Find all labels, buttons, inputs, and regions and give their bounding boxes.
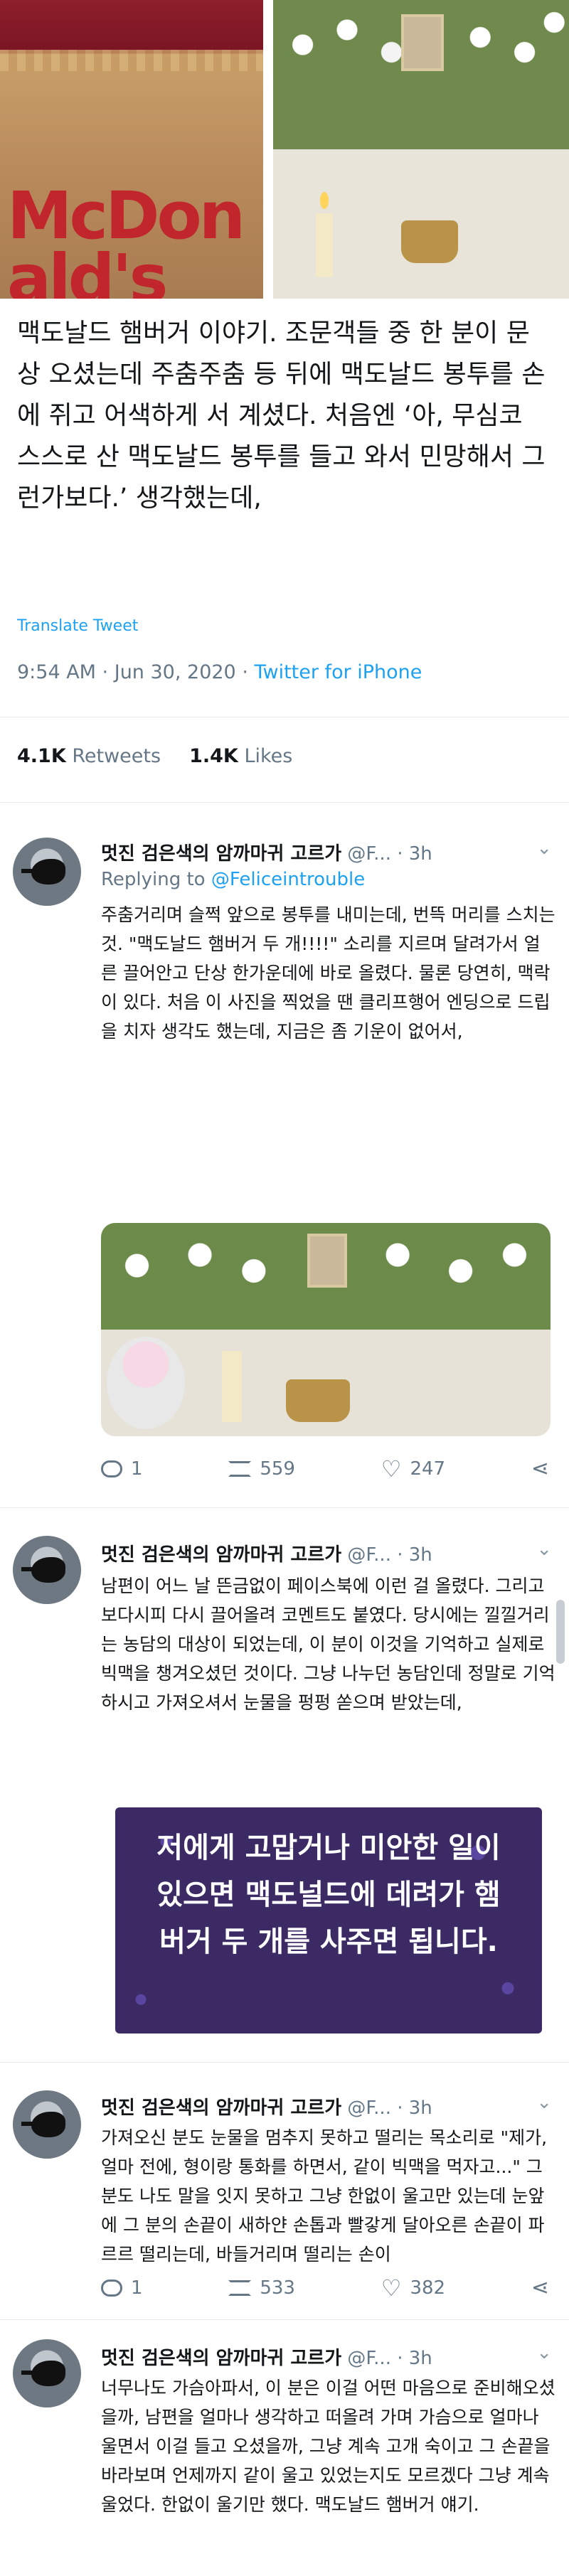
memorial-portrait: [307, 1234, 347, 1288]
retweet-button[interactable]: 533: [228, 2277, 295, 2299]
reply-header: 멋진 검은색의 암까마귀 고르가 @F... · 3h: [101, 2093, 432, 2120]
flower-vase: [107, 1337, 185, 1429]
chevron-down-icon[interactable]: ⌄: [536, 2342, 552, 2363]
avatar[interactable]: [13, 838, 81, 906]
tweet-photos[interactable]: McDon ald's: [0, 0, 569, 299]
translate-tweet-link[interactable]: Translate Tweet: [17, 617, 138, 635]
memorial-portrait: [401, 14, 444, 71]
main-tweet-text: 맥도날드 햄버거 이야기. 조문객들 중 한 분이 문상 오셨는데 주춤주춤 등…: [17, 319, 546, 513]
reply-actions: 1 533 ♡ 382 ⋖: [101, 2277, 549, 2299]
mcdonalds-bag-photo[interactable]: McDon ald's: [0, 0, 263, 299]
incense-burner: [286, 1379, 350, 1422]
author-name[interactable]: 멋진 검은색의 암까마귀 고르가: [101, 2348, 341, 2369]
replying-to-handle[interactable]: @Feliceintrouble: [211, 869, 365, 890]
reply-text: 가져오신 분도 눈물을 멈추지 못하고 떨리는 목소리로 "제가, 얼마 전에,…: [101, 2127, 548, 2265]
reply-age: · 3h: [397, 843, 432, 865]
reply-age: · 3h: [397, 2097, 432, 2119]
retweet-icon: [228, 1461, 252, 1477]
incense-burner: [401, 220, 458, 263]
divider: [0, 1507, 569, 1508]
scrollbar[interactable]: [556, 1600, 565, 1664]
card-message: 저에게 고맙거나 미안한 일이 있으면 맥도널드에 데려가 햄버거 두 개를 사…: [156, 1832, 501, 1958]
reply-count: 1: [131, 2277, 143, 2299]
divider: [0, 2062, 569, 2063]
quoted-image-card[interactable]: 저에게 고맙거나 미안한 일이 있으면 맥도널드에 데려가 햄버거 두 개를 사…: [115, 1807, 542, 2033]
bag-logo-text: McDon ald's: [7, 178, 245, 299]
retweet-count: 533: [260, 2277, 295, 2299]
author-handle[interactable]: @F...: [347, 843, 391, 865]
heart-icon: ♡: [381, 2275, 402, 2302]
share-icon: ⋖: [531, 1456, 549, 1481]
reply-icon: [101, 2280, 122, 2297]
chevron-down-icon[interactable]: ⌄: [536, 1539, 552, 1560]
retweets-label[interactable]: Retweets: [72, 745, 161, 767]
retweet-button[interactable]: 559: [228, 1458, 295, 1480]
reply-age: · 3h: [397, 2348, 432, 2369]
author-handle[interactable]: @F...: [347, 1544, 391, 1566]
reply-button[interactable]: 1: [101, 1458, 143, 1480]
retweets-count[interactable]: 4.1K: [17, 745, 66, 767]
likes-label[interactable]: Likes: [244, 745, 292, 767]
replying-to: Replying to @Feliceintrouble: [101, 869, 365, 890]
crow-icon: [21, 859, 65, 885]
reply-count: 1: [131, 1458, 143, 1480]
share-icon: ⋖: [531, 2275, 549, 2300]
reply-text: 너무나도 가슴아파서, 이 분은 이걸 어떤 마음으로 준비해오셨을까, 남편을…: [101, 2378, 555, 2515]
like-count: 247: [410, 1458, 446, 1480]
share-button[interactable]: ⋖: [531, 1458, 549, 1480]
like-button[interactable]: ♡ 382: [381, 2277, 445, 2299]
tweet-stats: 4.1K Retweets 1.4K Likes: [17, 745, 292, 767]
like-count: 382: [410, 2277, 446, 2299]
author-name[interactable]: 멋진 검은색의 암까마귀 고르가: [101, 1544, 341, 1566]
reply-header: 멋진 검은색의 암까마귀 고르가 @F... · 3h: [101, 2343, 432, 2370]
crow-icon: [21, 2112, 65, 2137]
replying-prefix: Replying to: [101, 869, 211, 890]
memorial-photo[interactable]: [101, 1223, 551, 1436]
author-handle[interactable]: @F...: [347, 2097, 391, 2119]
candle: [316, 213, 333, 277]
divider: [0, 2319, 569, 2320]
reply-age: · 3h: [397, 1544, 432, 1566]
tweet-source-link[interactable]: Twitter for iPhone: [254, 661, 422, 683]
author-handle[interactable]: @F...: [347, 2348, 391, 2369]
crow-icon: [21, 1557, 65, 1583]
retweet-count: 559: [260, 1458, 295, 1480]
reply-header: 멋진 검은색의 암까마귀 고르가 @F... · 3h: [101, 1540, 432, 1566]
author-name[interactable]: 멋진 검은색의 암까마귀 고르가: [101, 843, 341, 865]
reply-text: 남편이 어느 날 뜬금없이 페이스북에 이런 걸 올렸다. 그리고 보다시피 다…: [101, 1576, 555, 1713]
author-name[interactable]: 멋진 검은색의 암까마귀 고르가: [101, 2097, 341, 2119]
divider: [0, 802, 569, 803]
reply-text: 주춤거리며 슬쩍 앞으로 봉투를 내미는데, 번뜩 머리를 스치는 것. "맥도…: [101, 904, 555, 1042]
chevron-down-icon[interactable]: ⌄: [536, 838, 552, 859]
main-tweet: 맥도날드 햄버거 이야기. 조문객들 중 한 분이 문상 오셨는데 주춤주춤 등…: [17, 313, 552, 519]
like-button[interactable]: ♡ 247: [381, 1458, 445, 1480]
chevron-down-icon[interactable]: ⌄: [536, 2092, 552, 2113]
memorial-altar-photo[interactable]: [273, 0, 569, 299]
crow-icon: [21, 2361, 65, 2386]
share-button[interactable]: ⋖: [531, 2277, 549, 2299]
retweet-icon: [228, 2280, 252, 2296]
likes-count[interactable]: 1.4K: [189, 745, 238, 767]
avatar[interactable]: [13, 2339, 81, 2407]
reply-actions: 1 559 ♡ 247 ⋖: [101, 1458, 549, 1480]
reply-button[interactable]: 1: [101, 2277, 143, 2299]
avatar[interactable]: [13, 2090, 81, 2159]
candle-flame: [320, 192, 329, 209]
avatar[interactable]: [13, 1536, 81, 1604]
heart-icon: ♡: [381, 1455, 402, 1482]
bag-fold: [0, 50, 263, 71]
tweet-timestamp: 9:54 AM · Jun 30, 2020 · Twitter for iPh…: [17, 661, 422, 683]
candle: [222, 1351, 242, 1422]
reply-header: 멋진 검은색의 암까마귀 고르가 @F... · 3h: [101, 839, 432, 865]
tweet-time: 9:54 AM · Jun 30, 2020 ·: [17, 661, 255, 683]
reply-icon: [101, 1460, 122, 1477]
